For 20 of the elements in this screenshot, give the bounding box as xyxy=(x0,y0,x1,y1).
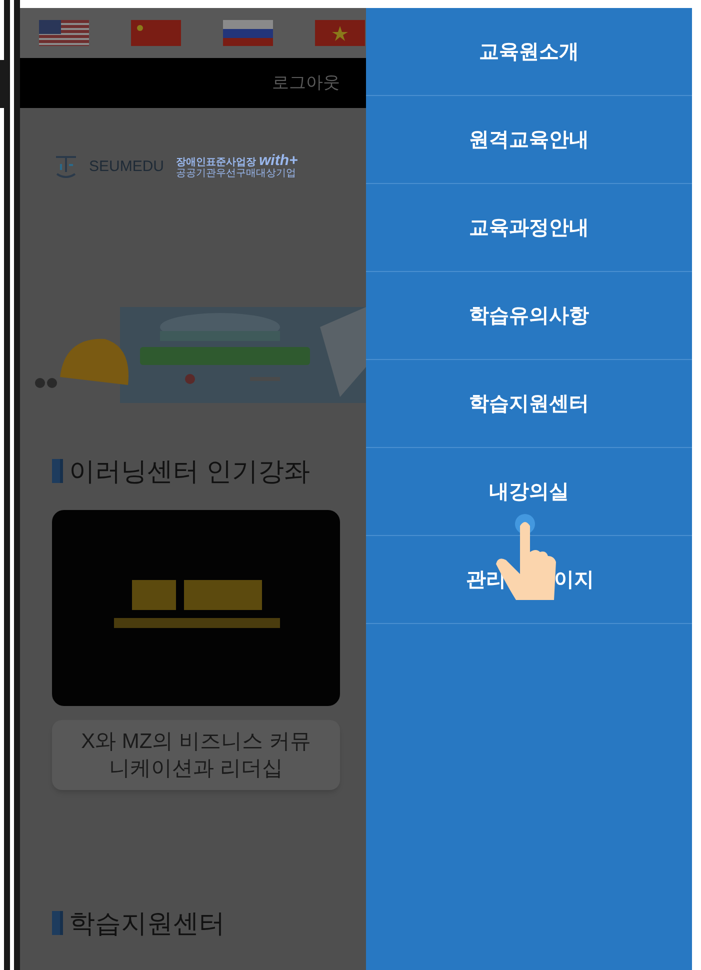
menu-item-label[interactable]: 관리 이지 xyxy=(464,564,594,594)
badge-mark: with+ xyxy=(259,153,298,168)
heading-marker xyxy=(52,911,63,935)
menu-item[interactable]: 학습유의사항 xyxy=(366,272,692,360)
badge-subtitle: 공공기관우선구매대상기업 xyxy=(176,168,298,181)
section-title: 이러닝센터 인기강좌 xyxy=(69,458,310,484)
menu-item[interactable]: 교육원소개 xyxy=(366,8,692,96)
course-title[interactable]: X와 MZ의 비즈니스 커뮤니케이션과 리더십 xyxy=(52,720,340,790)
logout-link[interactable]: 로그아웃 xyxy=(272,70,340,96)
star-flag-icon[interactable] xyxy=(315,20,365,46)
logo-icon xyxy=(53,154,79,180)
menu-item[interactable]: 원격교육안내 xyxy=(366,96,692,184)
badge-title: 장애인표준사업장 xyxy=(176,158,256,168)
section-title: 학습지원센터 xyxy=(69,910,225,936)
striped-flag-icon[interactable] xyxy=(39,20,89,46)
menu-item[interactable]: 교육과정안내 xyxy=(366,184,692,272)
tricolor-flag-icon[interactable] xyxy=(223,20,273,46)
heading-marker xyxy=(52,459,63,483)
menu-item[interactable]: 학습지원센터 xyxy=(366,360,692,448)
starred-flag-icon[interactable] xyxy=(131,20,181,46)
